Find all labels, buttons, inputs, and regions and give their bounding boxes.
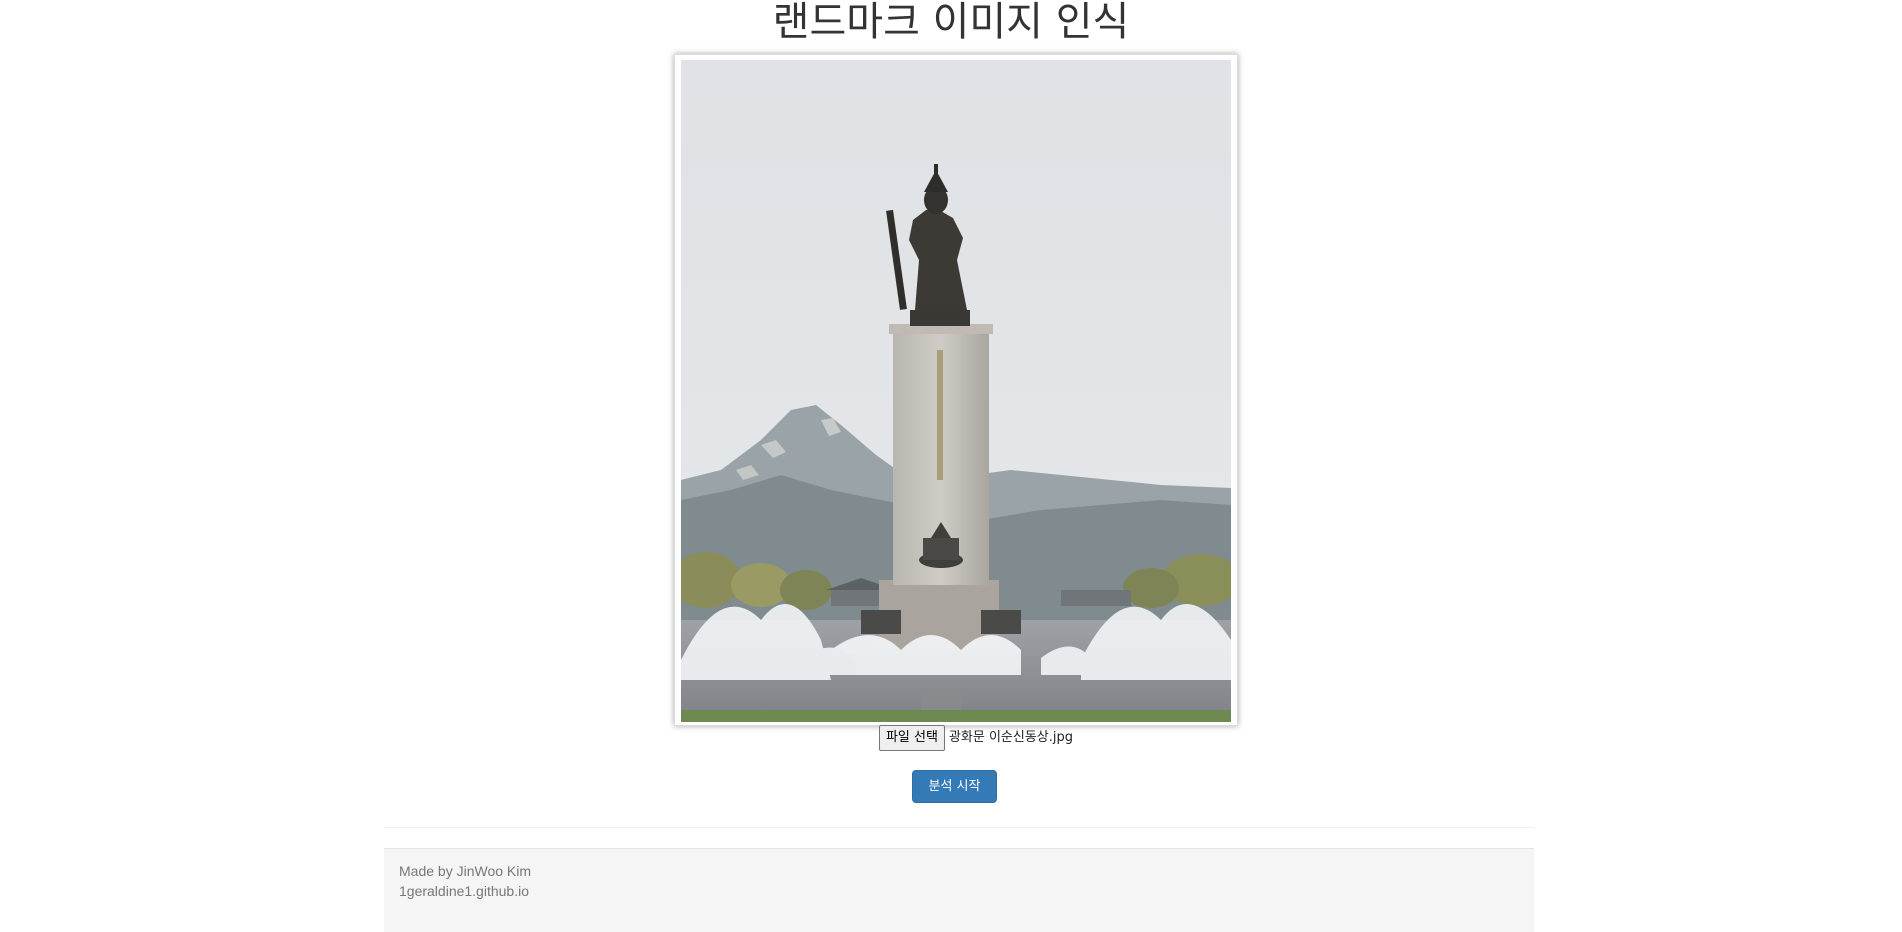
divider xyxy=(384,827,1534,828)
footer-author: Made by JinWoo Kim xyxy=(399,863,532,879)
page-title: 랜드마크 이미지 인식 xyxy=(772,0,1130,45)
analyze-button[interactable]: 분석 시작 xyxy=(912,770,997,803)
footer: Made by JinWoo Kim 1geraldine1.github.io xyxy=(384,848,1534,932)
page: 랜드마크 이미지 인식 파일 선택 광화문 이순신동상.jpg 분석 시작 Ma… xyxy=(0,0,1902,932)
landmark-photo xyxy=(681,60,1231,722)
selected-file-name: 광화문 이순신동상.jpg xyxy=(948,730,1074,745)
footer-site-link[interactable]: 1geraldine1.github.io xyxy=(399,881,1519,901)
file-upload-row: 파일 선택 광화문 이순신동상.jpg xyxy=(0,725,1902,751)
file-upload-control: 파일 선택 광화문 이순신동상.jpg xyxy=(878,725,1074,751)
choose-file-button[interactable]: 파일 선택 xyxy=(878,725,945,751)
image-preview xyxy=(674,54,1238,726)
